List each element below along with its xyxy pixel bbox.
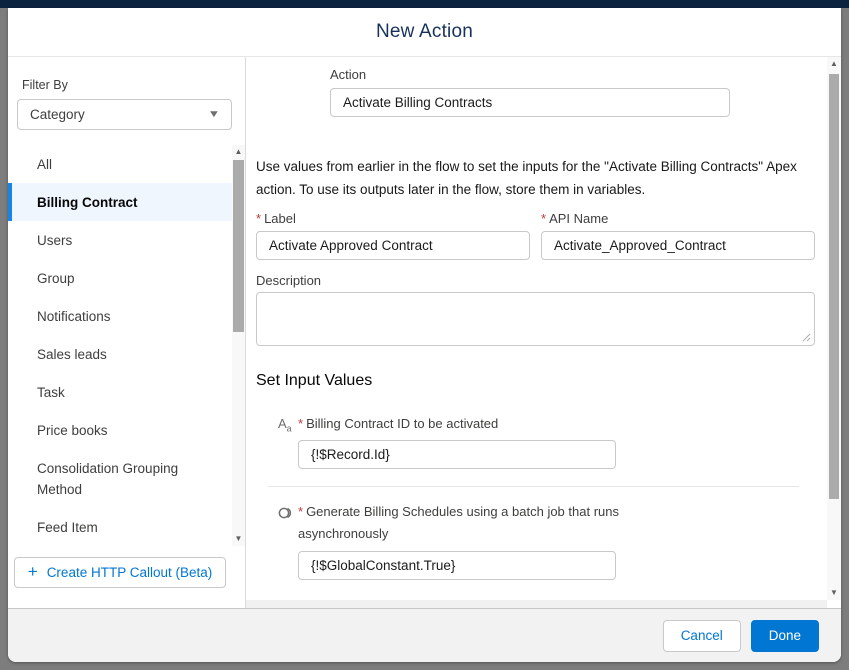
sidebar-scrollbar-thumb[interactable] bbox=[233, 160, 244, 332]
cancel-button[interactable]: Cancel bbox=[663, 620, 741, 652]
callout-button-area: + Create HTTP Callout (Beta) bbox=[8, 546, 245, 608]
set-input-values-heading: Set Input Values bbox=[256, 371, 815, 390]
description-field-group: Description bbox=[256, 273, 815, 346]
category-item-sales-leads[interactable]: Sales leads bbox=[8, 335, 232, 373]
plus-icon: + bbox=[28, 563, 38, 580]
action-label: Action bbox=[330, 67, 730, 83]
main-scrollbar-thumb[interactable] bbox=[829, 74, 839, 499]
category-item-notifications[interactable]: Notifications bbox=[8, 297, 232, 335]
action-field-group: Action bbox=[330, 67, 730, 117]
new-action-modal: New Action Filter By Category ▼ All Bill… bbox=[8, 8, 841, 662]
modal-title: New Action bbox=[376, 21, 473, 43]
toggle-icon bbox=[278, 501, 298, 580]
intro-text: Use values from earlier in the flow to s… bbox=[256, 155, 815, 201]
page-top-bar bbox=[0, 0, 849, 8]
category-item-consolidation-grouping-method[interactable]: Consolidation Grouping Method bbox=[8, 449, 232, 508]
api-name-label: *API Name bbox=[541, 211, 815, 227]
text-type-icon: Aa bbox=[278, 413, 298, 469]
category-list: All Billing Contract Users Group Notific… bbox=[8, 145, 245, 546]
category-item-price-books[interactable]: Price books bbox=[8, 411, 232, 449]
required-icon: * bbox=[256, 211, 261, 226]
category-item-task[interactable]: Task bbox=[8, 373, 232, 411]
create-http-callout-button[interactable]: + Create HTTP Callout (Beta) bbox=[14, 557, 226, 588]
chevron-down-icon: ▼ bbox=[208, 109, 221, 120]
sidebar-scrollbar[interactable]: ▲ ▼ bbox=[232, 145, 245, 546]
description-textarea[interactable] bbox=[256, 292, 815, 346]
category-item-all[interactable]: All bbox=[8, 145, 232, 183]
create-http-callout-label: Create HTTP Callout (Beta) bbox=[47, 565, 213, 580]
action-config-content: Action Use values from earlier in the fl… bbox=[246, 57, 827, 600]
main-scrollbar[interactable]: ▲ ▼ bbox=[827, 57, 841, 600]
required-icon: * bbox=[298, 504, 303, 519]
horizontal-scrollbar[interactable] bbox=[246, 600, 827, 608]
label-input[interactable] bbox=[256, 231, 530, 260]
input-row-generate-billing-schedules: *Generate Billing Schedules using a batc… bbox=[278, 501, 815, 580]
input-row-billing-contract-id: Aa *Billing Contract ID to be activated bbox=[278, 413, 815, 469]
category-item-group[interactable]: Group bbox=[8, 259, 232, 297]
record-id-input[interactable] bbox=[298, 440, 616, 469]
label-field-group: *Label bbox=[256, 211, 530, 260]
action-config-panel: Action Use values from earlier in the fl… bbox=[246, 57, 841, 608]
description-label: Description bbox=[256, 273, 815, 289]
done-button[interactable]: Done bbox=[751, 620, 819, 652]
category-dropdown-value: Category bbox=[30, 107, 85, 122]
row-divider bbox=[268, 486, 799, 487]
scroll-up-icon[interactable]: ▲ bbox=[232, 145, 245, 159]
global-constant-input[interactable] bbox=[298, 551, 616, 580]
modal-header: New Action bbox=[8, 8, 841, 57]
billing-contract-id-label: *Billing Contract ID to be activated bbox=[298, 413, 616, 434]
required-icon: * bbox=[298, 416, 303, 431]
category-item-billing-contract[interactable]: Billing Contract bbox=[8, 183, 232, 221]
api-name-input[interactable] bbox=[541, 231, 815, 260]
label-field-label: *Label bbox=[256, 211, 530, 227]
action-input[interactable] bbox=[330, 88, 730, 117]
scroll-down-icon[interactable]: ▼ bbox=[827, 586, 841, 600]
required-icon: * bbox=[541, 211, 546, 226]
category-item-users[interactable]: Users bbox=[8, 221, 232, 259]
category-item-feed-item[interactable]: Feed Item bbox=[8, 508, 232, 546]
scroll-down-icon[interactable]: ▼ bbox=[232, 532, 245, 546]
filter-by-label: Filter By bbox=[22, 78, 245, 93]
generate-billing-schedules-label: *Generate Billing Schedules using a batc… bbox=[298, 501, 643, 545]
api-name-field-group: *API Name bbox=[541, 211, 815, 260]
modal-body: Filter By Category ▼ All Billing Contrac… bbox=[8, 57, 841, 608]
category-sidebar: Filter By Category ▼ All Billing Contrac… bbox=[8, 57, 246, 608]
category-dropdown[interactable]: Category ▼ bbox=[17, 99, 232, 130]
scroll-up-icon[interactable]: ▲ bbox=[827, 57, 841, 71]
resize-handle-icon[interactable] bbox=[802, 333, 811, 342]
modal-footer: Cancel Done bbox=[8, 608, 841, 662]
